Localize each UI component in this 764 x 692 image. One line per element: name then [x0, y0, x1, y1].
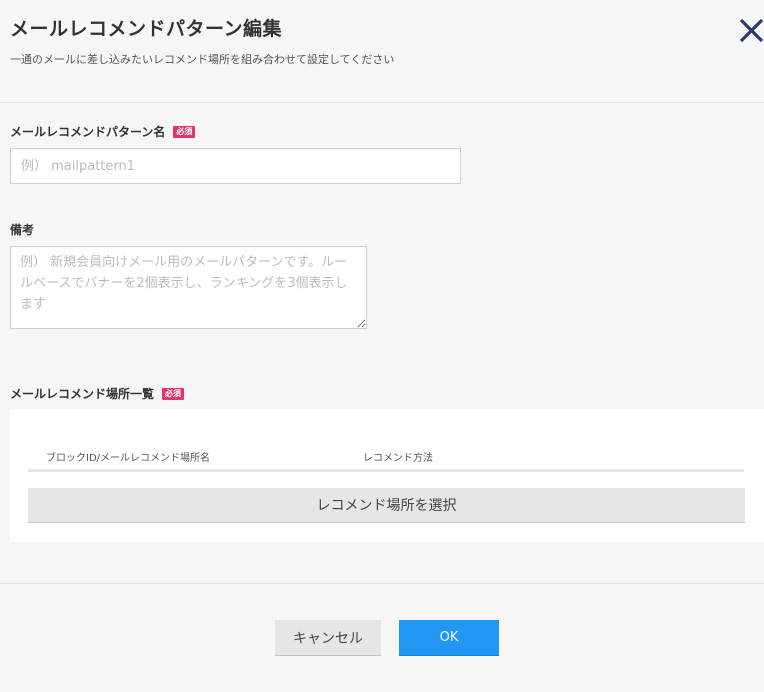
page-subtitle: 一通のメールに差し込みたいレコメンド場所を組み合わせて設定してください [10, 53, 395, 66]
page-title: メールレコメンドパターン編集 [10, 18, 283, 40]
pattern-name-input[interactable] [10, 148, 461, 184]
pattern-name-label: メールレコメンドパターン名 [10, 125, 166, 139]
placement-list-panel: ブロックID/メールレコメンド場所名 レコメンド方法 レコメンド場所を選択 [10, 409, 764, 542]
table-header: ブロックID/メールレコメンド場所名 レコメンド方法 [28, 447, 744, 472]
close-button[interactable] [738, 16, 764, 44]
cancel-button[interactable]: キャンセル [275, 620, 381, 656]
select-placement-button[interactable]: レコメンド場所を選択 [28, 488, 745, 523]
required-badge: 必須 [162, 387, 185, 400]
dialog-header: メールレコメンドパターン編集 一通のメールに差し込みたいレコメンド場所を組み合わ… [0, 0, 764, 103]
close-icon[interactable] [738, 16, 764, 44]
column-header-block-id: ブロックID/メールレコメンド場所名 [46, 453, 211, 464]
notes-label: 備考 [10, 223, 35, 237]
column-header-recommend-method: レコメンド方法 [363, 453, 433, 464]
notes-label-row: 備考 [10, 221, 34, 238]
placements-label-row: メールレコメンド場所一覧 必須 [10, 385, 185, 402]
placements-label: メールレコメンド場所一覧 [10, 387, 155, 401]
required-badge: 必須 [173, 125, 196, 138]
footer-divider [0, 583, 764, 584]
ok-button[interactable]: OK [399, 620, 499, 656]
pattern-name-label-row: メールレコメンドパターン名 必須 [10, 123, 196, 140]
notes-textarea[interactable] [10, 246, 367, 329]
